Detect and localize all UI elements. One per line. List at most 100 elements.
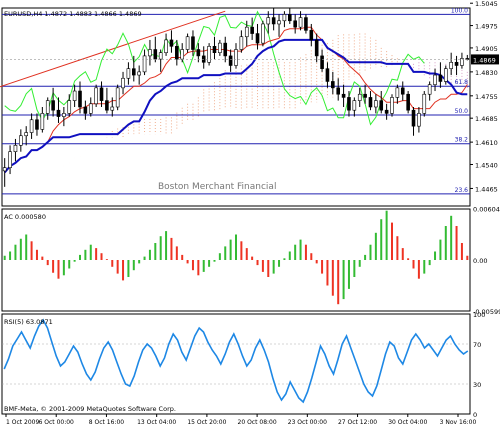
candle-body xyxy=(115,87,120,108)
candle-body xyxy=(411,109,416,127)
candle-body xyxy=(13,145,18,153)
candle-body xyxy=(105,100,109,111)
candle-body xyxy=(40,113,45,130)
candle-body xyxy=(454,61,459,66)
candle-body xyxy=(298,17,303,28)
candle-body xyxy=(110,106,115,111)
price-tick-label: 1.4610 xyxy=(475,139,498,147)
candle-body xyxy=(287,14,292,22)
candle-body xyxy=(255,33,260,44)
candle-body xyxy=(352,100,357,111)
candle-body xyxy=(374,100,378,108)
x-tick-label: 13 Oct 04:00 xyxy=(137,419,176,426)
candle-body xyxy=(99,87,104,101)
x-tick-label: 15 Oct 20:00 xyxy=(187,419,226,426)
candle-body xyxy=(67,100,72,114)
x-tick-label: 27 Oct 12:00 xyxy=(338,419,377,426)
candle-body xyxy=(271,17,276,25)
candle-body xyxy=(164,39,168,54)
candle-body xyxy=(29,119,34,133)
copyright-text: BMF-Meta, © 2001-2009 MetaQuotes Softwar… xyxy=(4,405,176,413)
fib-label: 100.0 xyxy=(451,7,468,14)
candle-body xyxy=(234,49,238,66)
candle-body xyxy=(433,74,437,85)
price-tick-label: 1.4830 xyxy=(475,69,498,77)
mt4-chart: 100.0 61.8 50.0 38.2 23.6 1.5045 1.4975 1.4905 1… xyxy=(0,0,500,426)
candle-body xyxy=(78,90,82,108)
candle-body xyxy=(169,39,174,47)
candle-body xyxy=(94,87,98,105)
price-tick-label: 1.4685 xyxy=(475,115,498,123)
candle-body xyxy=(239,36,244,50)
x-tick-label: 8 Oct 16:00 xyxy=(89,419,124,426)
watermark: Boston Merchant Financial xyxy=(158,182,276,192)
candle-body xyxy=(212,46,217,54)
price-tick-label: 1.4465 xyxy=(475,185,498,193)
candle-body xyxy=(363,93,367,98)
candle-body xyxy=(293,20,297,28)
candle-body xyxy=(250,26,254,34)
candle-body xyxy=(438,74,443,82)
price-tick-label: 1.4905 xyxy=(475,45,498,53)
candle-body xyxy=(131,68,136,76)
x-tick-label: 1 Oct 2009 xyxy=(6,419,39,426)
candle-body xyxy=(341,93,346,98)
candle-body xyxy=(180,49,185,60)
candle-body xyxy=(244,26,249,38)
candle-body xyxy=(72,90,77,101)
candle-body xyxy=(336,87,341,95)
candle-body xyxy=(320,55,324,69)
candle-body xyxy=(121,77,125,89)
ac-title: AC 0.000580 xyxy=(4,213,46,221)
candle-body xyxy=(304,17,308,31)
candle-body xyxy=(185,36,190,50)
x-tick-label: 6 Oct 00:00 xyxy=(39,419,74,426)
candle-body xyxy=(83,106,88,114)
fib-label: 50.0 xyxy=(455,108,469,115)
candle-body xyxy=(449,61,453,69)
fib-label: 38.2 xyxy=(455,137,469,144)
candle-body xyxy=(406,93,410,111)
panel-frame-3 xyxy=(1,313,471,415)
rsi-tick-label: 70 xyxy=(473,341,481,349)
candle-body xyxy=(158,52,163,60)
rsi-tick-label: 30 xyxy=(473,381,481,389)
candle-body xyxy=(88,103,93,114)
candle-body xyxy=(400,87,405,95)
chart-root: 100.0 61.8 50.0 38.2 23.6 1.5045 1.4975 1.4905 1… xyxy=(0,0,500,429)
price-tick-label: 1.4540 xyxy=(475,161,498,169)
candle-body xyxy=(266,17,271,25)
price-tick-label: 1.4975 xyxy=(475,23,498,31)
candle-body xyxy=(314,39,319,57)
candle-body xyxy=(261,23,265,44)
candle-body xyxy=(45,100,50,114)
candle-body xyxy=(201,55,206,63)
candle-body xyxy=(347,97,351,111)
rsi-tick-label: 0 xyxy=(473,411,477,419)
candle-body xyxy=(422,93,427,114)
x-tick-label: 3 Nov 16:00 xyxy=(440,419,477,426)
candle-body xyxy=(62,113,66,117)
candle-body xyxy=(137,71,141,76)
candle-body xyxy=(24,132,29,137)
candle-body xyxy=(56,109,61,117)
candle-body xyxy=(384,109,389,114)
x-tick-label: 20 Oct 08:00 xyxy=(238,419,277,426)
candle-body xyxy=(331,81,335,89)
candle-body xyxy=(19,135,23,146)
fib-label: 61.8 xyxy=(455,79,469,86)
candle-body xyxy=(8,151,12,168)
candle-body xyxy=(228,55,233,66)
candle-body xyxy=(126,68,131,79)
price-tick-label: 1.5045 xyxy=(475,0,498,8)
rsi-tick-label: 100 xyxy=(473,311,485,319)
candle-body xyxy=(142,55,147,73)
candle-body xyxy=(207,46,211,63)
candle-body xyxy=(223,42,228,57)
candle-body xyxy=(443,68,448,82)
candle-body xyxy=(309,30,314,41)
candle-body xyxy=(390,97,394,114)
candle-body xyxy=(395,87,400,98)
candle-body xyxy=(2,167,7,172)
candle-body xyxy=(51,100,55,111)
